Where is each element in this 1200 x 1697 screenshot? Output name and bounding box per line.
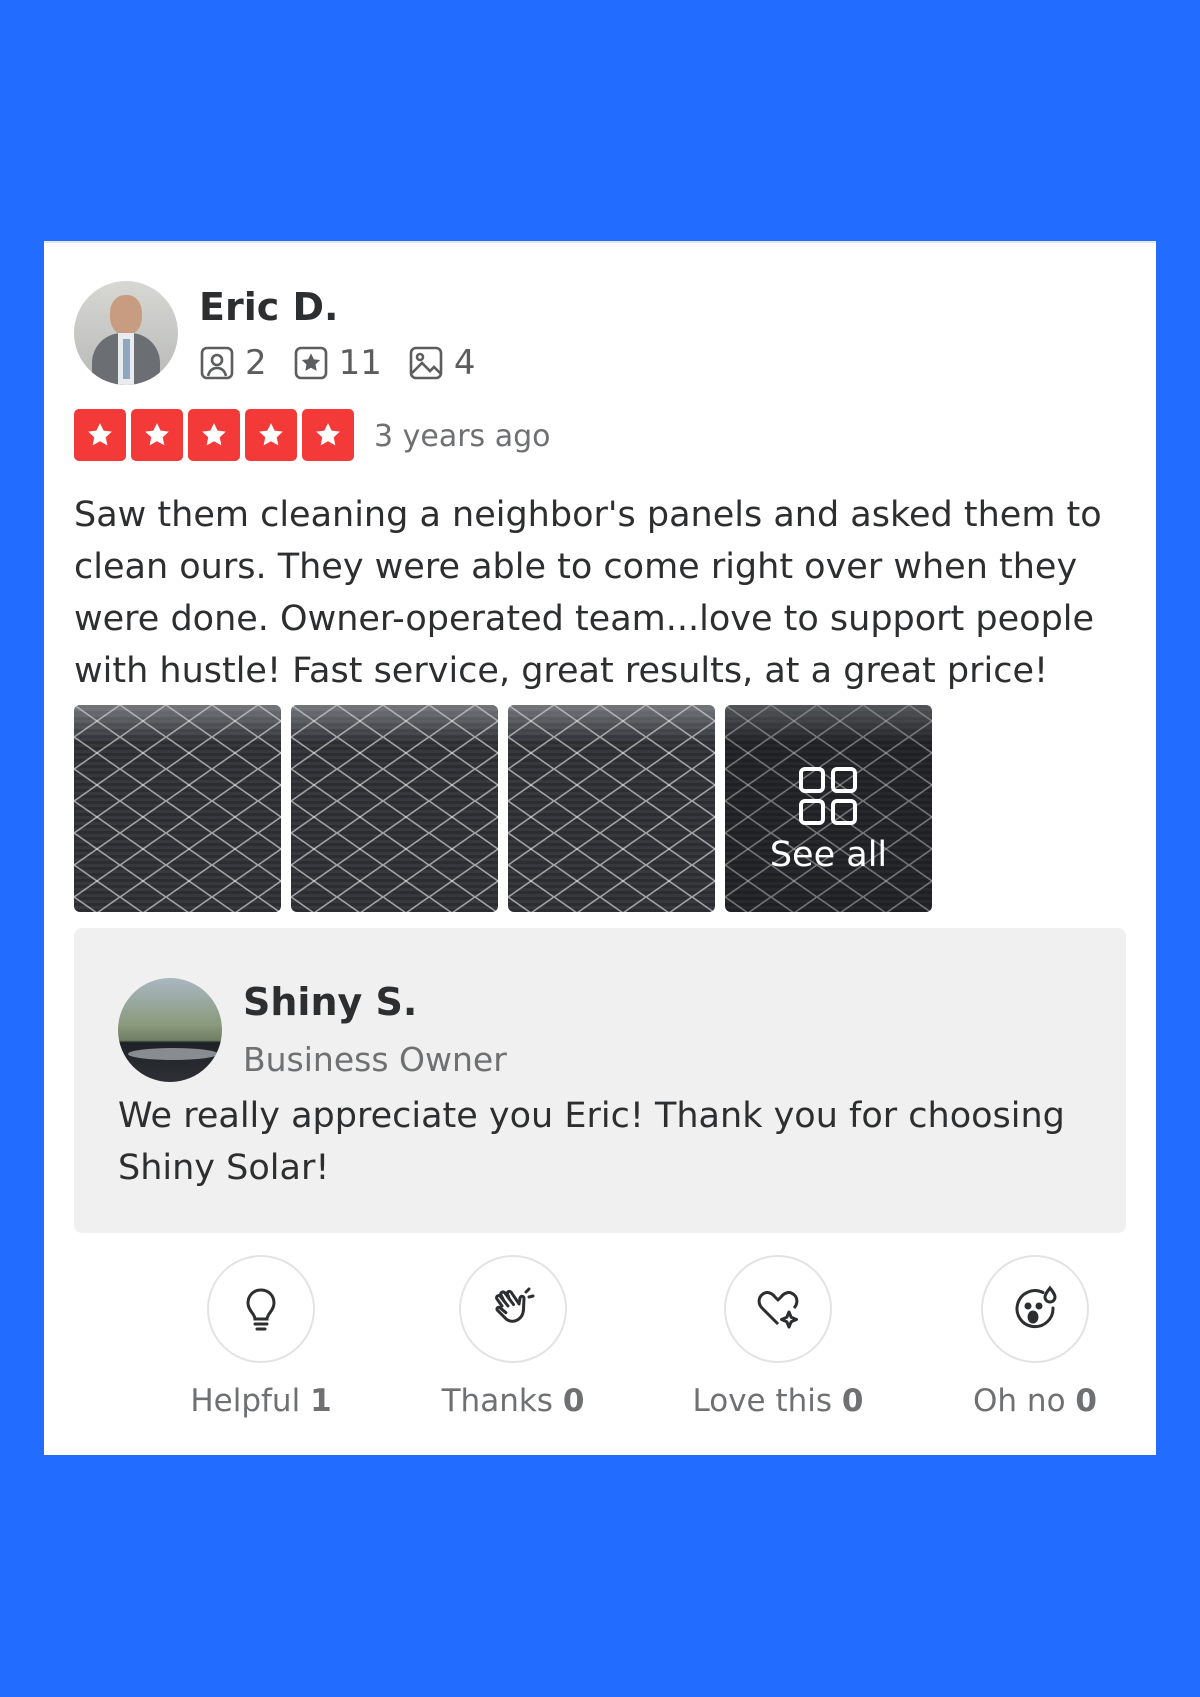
friends-stat: 2 xyxy=(199,343,267,383)
review-text: Saw them cleaning a neighbor's panels an… xyxy=(74,495,1102,691)
friends-icon xyxy=(200,346,234,380)
reaction-love-this[interactable]: Love this 0 xyxy=(678,1255,878,1419)
star-icon xyxy=(188,409,240,461)
reaction-thanks[interactable]: Thanks 0 xyxy=(413,1255,613,1419)
reaction-label: Oh no xyxy=(973,1383,1066,1419)
reaction-label: Helpful xyxy=(190,1383,301,1419)
star-icon xyxy=(74,409,126,461)
reaction-count: 1 xyxy=(310,1383,332,1419)
reaction-helpful[interactable]: Helpful 1 xyxy=(161,1255,361,1419)
reaction-label: Thanks xyxy=(441,1383,553,1419)
star-rating xyxy=(74,409,359,461)
heart-sparkle-icon xyxy=(757,1291,799,1329)
reviews-count: 11 xyxy=(338,343,382,383)
photos-count: 4 xyxy=(453,343,476,383)
reply-text: We really appreciate you Eric! Thank you… xyxy=(118,1096,1065,1188)
reaction-label: Love this xyxy=(692,1383,833,1419)
reaction-count: 0 xyxy=(841,1383,864,1419)
reaction-bar: Helpful 1 Thanks 0 Love this 0 Oh no 0 xyxy=(44,1255,1156,1425)
see-all-label: See all xyxy=(769,835,888,875)
review-photo[interactable] xyxy=(291,705,498,912)
reaction-count: 0 xyxy=(1075,1383,1097,1419)
reviewer-name[interactable]: Eric D. xyxy=(199,285,338,329)
friends-count: 2 xyxy=(245,343,267,383)
star-icon xyxy=(302,409,354,461)
review-photo[interactable] xyxy=(74,705,281,912)
shocked-face-icon xyxy=(1015,1285,1057,1329)
grid-icon xyxy=(799,767,857,825)
owner-role: Business Owner xyxy=(243,1040,507,1079)
review-photo[interactable] xyxy=(508,705,715,912)
reaction-helpful-button[interactable] xyxy=(207,1255,315,1363)
clapping-hands-icon xyxy=(495,1287,535,1323)
owner-avatar[interactable] xyxy=(118,978,222,1082)
owner-reply: Shiny S. Business Owner We really apprec… xyxy=(74,928,1126,1233)
reviewer-stats: 2 11 4 xyxy=(199,343,502,383)
owner-name[interactable]: Shiny S. xyxy=(243,980,417,1024)
reaction-love-this-button[interactable] xyxy=(724,1255,832,1363)
lightbulb-icon xyxy=(246,1288,276,1331)
reaction-oh-no[interactable]: Oh no 0 xyxy=(935,1255,1135,1419)
review-card: Eric D. 2 11 4 3 years ago Saw them clea… xyxy=(44,241,1156,1455)
reviewer-avatar[interactable] xyxy=(74,281,178,385)
star-icon xyxy=(131,409,183,461)
review-photos: See all xyxy=(74,705,942,912)
see-all-photos-button[interactable]: See all xyxy=(725,705,932,912)
reaction-thanks-button[interactable] xyxy=(459,1255,567,1363)
image-icon xyxy=(409,346,443,380)
review-date: 3 years ago xyxy=(374,419,551,454)
reaction-oh-no-button[interactable] xyxy=(981,1255,1089,1363)
star-badge-icon xyxy=(294,346,327,380)
photos-stat: 4 xyxy=(408,343,476,383)
reviews-stat: 11 xyxy=(293,343,382,383)
star-icon xyxy=(245,409,297,461)
reaction-count: 0 xyxy=(562,1383,585,1419)
